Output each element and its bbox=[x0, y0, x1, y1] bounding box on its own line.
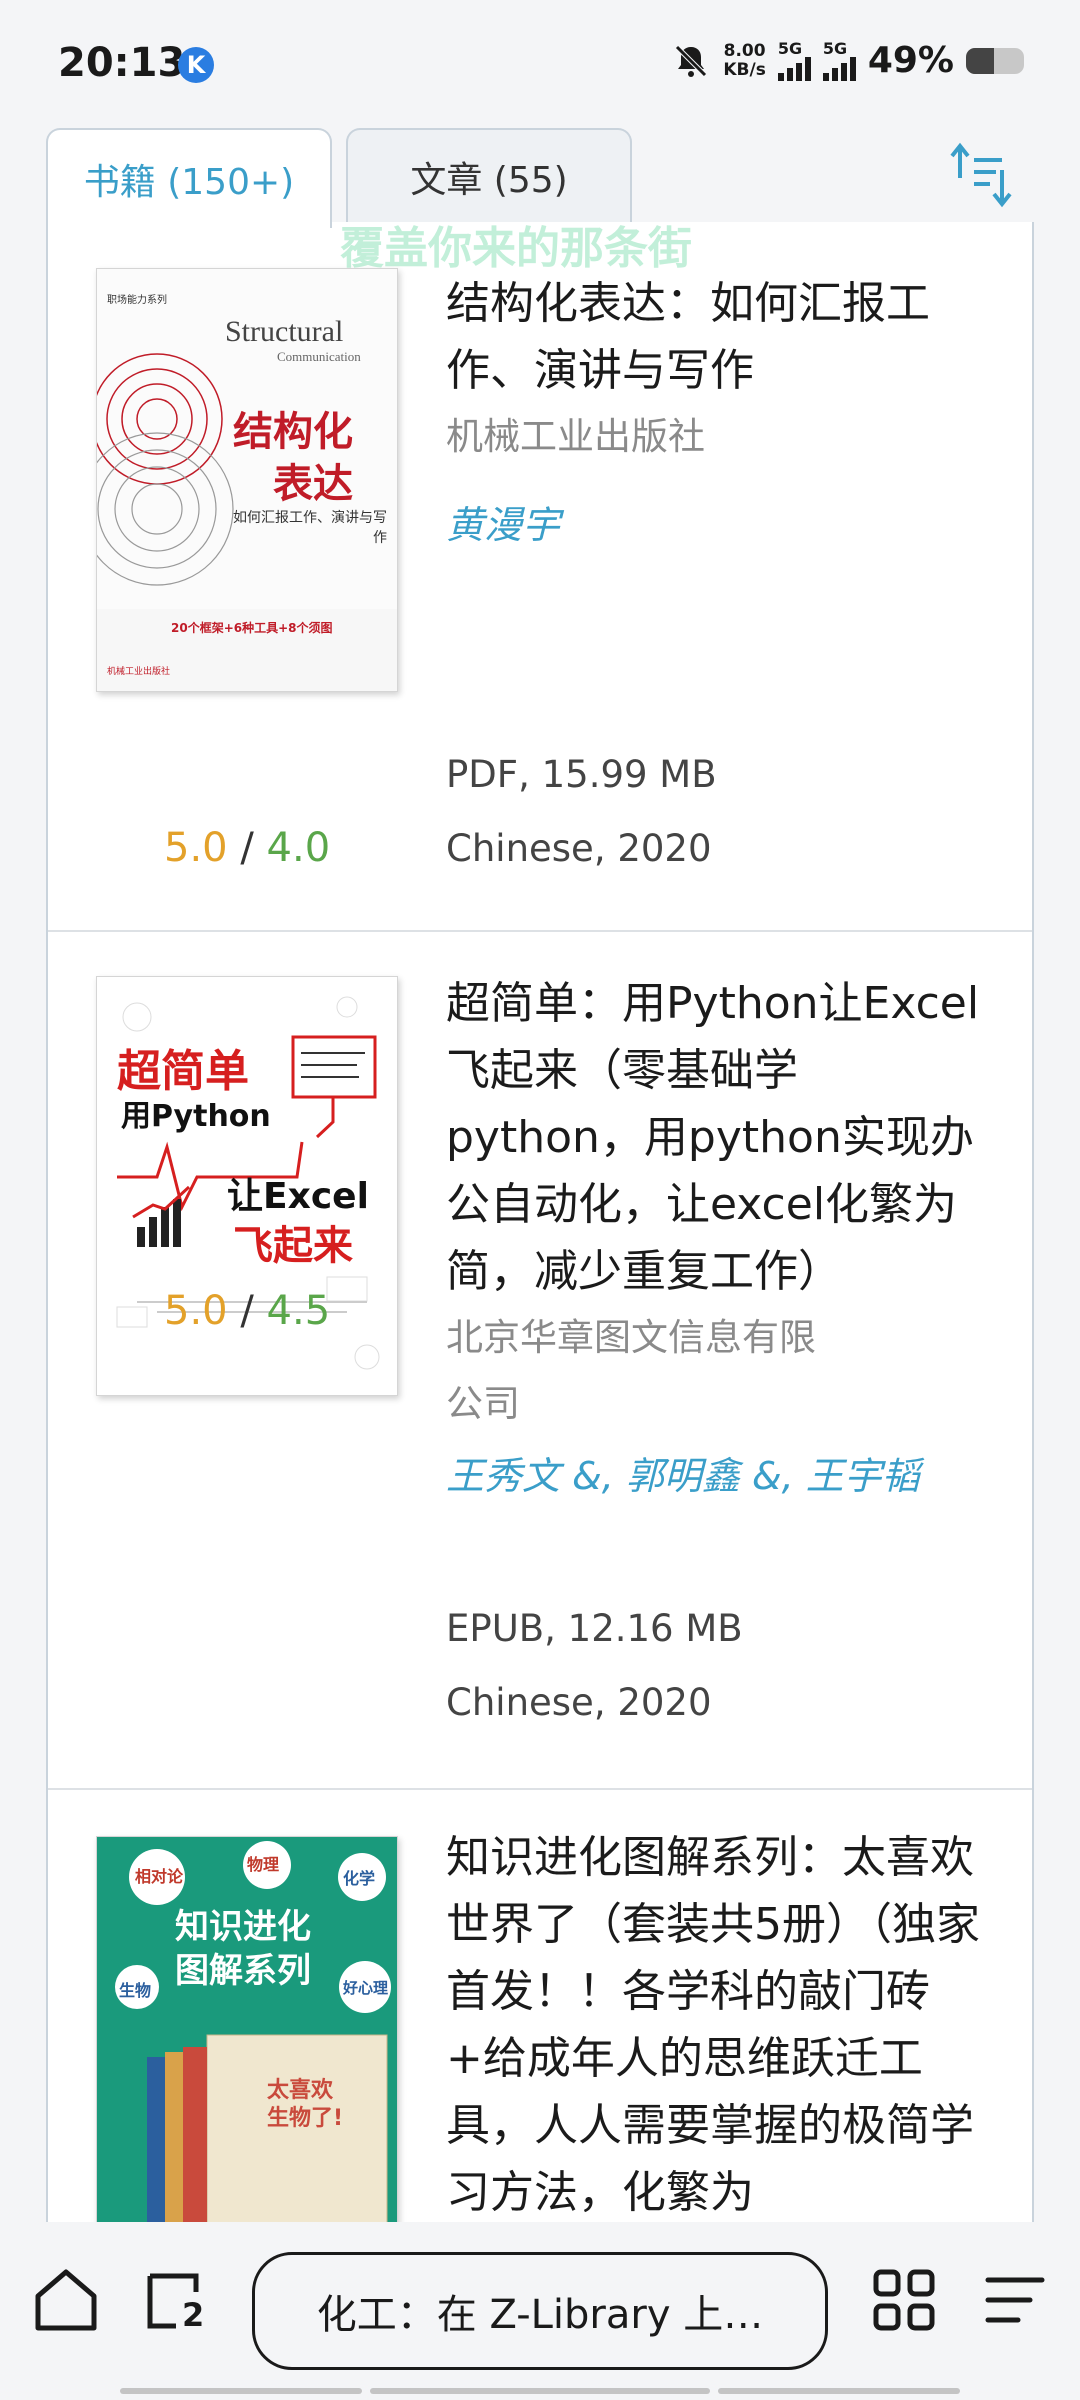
tab-articles[interactable]: 文章 (55) bbox=[346, 128, 632, 224]
gesture-bar bbox=[718, 2388, 960, 2394]
rating-primary: 5.0 bbox=[164, 825, 228, 871]
gesture-bar bbox=[120, 2388, 362, 2394]
status-bar: 20:13 K 8.00 KB/s 5G 5G 49% bbox=[0, 0, 1080, 110]
cover-series: 职场能力系列 bbox=[107, 295, 167, 306]
rating-separator: / bbox=[240, 1288, 254, 1334]
grid-icon[interactable] bbox=[866, 2262, 942, 2338]
book-meta: PDF, 15.99 MB Chinese, 2020 bbox=[446, 738, 717, 886]
tab-bar: 书籍 (150+) 文章 (55) bbox=[46, 128, 1036, 228]
book-card[interactable]: 职场能力系列 Structural Communication 结构化 表达 如… bbox=[48, 222, 1032, 932]
book-language-year: Chinese, 2020 bbox=[446, 1681, 712, 1724]
tab-books[interactable]: 书籍 (150+) bbox=[46, 128, 332, 228]
cover-subtitle-cn: 如何汇报工作、演讲与写作 bbox=[233, 510, 387, 546]
cover-tag: 生物 bbox=[119, 1981, 152, 2000]
book-title[interactable]: 知识进化图解系列：太喜欢世界了（套装共5册）（独家首发！！各学科的敲门砖+给成年… bbox=[446, 1824, 986, 2222]
cover-art-books bbox=[97, 1837, 397, 2222]
book-publisher: 机械工业出版社 bbox=[446, 415, 705, 458]
book-rating: 5.0 / 4.0 bbox=[164, 825, 330, 871]
tabs-icon[interactable]: 2 bbox=[140, 2262, 216, 2338]
book-format: PDF, 15.99 MB bbox=[446, 753, 717, 796]
book-cover[interactable]: 相对论 物理 化学 生物 好心理 知识进化 图解系列 太喜欢生物了! bbox=[96, 1836, 398, 2222]
cover-line-2: 用Python bbox=[121, 1099, 271, 1134]
signal-bars-icon bbox=[822, 56, 856, 81]
signal-sim2-label: 5G bbox=[822, 38, 848, 58]
rating-primary: 5.0 bbox=[164, 1288, 228, 1334]
book-author[interactable]: 王秀文 &, 郭明鑫 &, 王宇韬 bbox=[446, 1445, 986, 1500]
cover-tag: 物理 bbox=[247, 1855, 280, 1874]
gesture-bar bbox=[370, 2388, 710, 2394]
cover-line-1: 超简单 bbox=[117, 1046, 249, 1097]
cover-publisher-mark: 机械工业出版社 bbox=[107, 667, 171, 677]
bottom-navigation: 2 化工：在 Z-Library 上… bbox=[0, 2222, 1080, 2400]
cover-title-cn-1: 结构化 bbox=[233, 409, 353, 455]
book-cover[interactable]: 职场能力系列 Structural Communication 结构化 表达 如… bbox=[96, 268, 398, 692]
cover-line-1: 知识进化 bbox=[175, 1907, 311, 1947]
book-meta: EPUB, 12.16 MB Chinese, 2020 bbox=[446, 1592, 743, 1740]
cover-banner: 20个框架+6种工具+8个须图 bbox=[171, 621, 333, 635]
cover-line-4: 飞起来 bbox=[233, 1223, 353, 1269]
book-title[interactable]: 结构化表达：如何汇报工作、演讲与写作 bbox=[446, 270, 986, 404]
bell-off-icon bbox=[675, 44, 708, 77]
status-time: 20:13 bbox=[58, 40, 186, 86]
signal-sim1: 5G bbox=[777, 38, 811, 81]
app-notification-icon: K bbox=[178, 47, 214, 83]
address-search-bar[interactable]: 化工：在 Z-Library 上… bbox=[252, 2252, 828, 2370]
network-speed-unit: KB/s bbox=[723, 59, 766, 80]
book-info: 知识进化图解系列：太喜欢世界了（套装共5册）（独家首发！！各学科的敲门砖+给成年… bbox=[446, 1824, 986, 2222]
book-info: 结构化表达：如何汇报工作、演讲与写作 机械工业出版社 黄漫宇 bbox=[446, 270, 986, 549]
rating-separator: / bbox=[240, 825, 254, 871]
battery-fill bbox=[966, 47, 995, 74]
cover-subtitle-en: Communication bbox=[277, 349, 361, 364]
cover-tag: 好心理 bbox=[343, 1979, 389, 1997]
book-info: 超简单：用Python让Excel飞起来（零基础学python，用python实… bbox=[446, 970, 986, 1500]
cover-title-cn-2: 表达 bbox=[273, 461, 353, 507]
book-publisher: 北京华章图文信息有限公司 bbox=[446, 1316, 816, 1425]
cover-book-title: 太喜欢生物了! bbox=[267, 2078, 344, 2131]
signal-sim2: 5G bbox=[822, 38, 856, 81]
signal-sim1-label: 5G bbox=[777, 38, 803, 58]
sort-icon[interactable] bbox=[946, 138, 1016, 208]
network-speed: 8.00 KB/s bbox=[723, 40, 766, 80]
cover-line-2: 图解系列 bbox=[175, 1951, 311, 1991]
battery-percent: 49% bbox=[867, 40, 954, 81]
book-title[interactable]: 超简单：用Python让Excel飞起来（零基础学python，用python实… bbox=[446, 970, 986, 1305]
book-rating: 5.0 / 4.5 bbox=[164, 1288, 330, 1334]
book-list[interactable]: 职场能力系列 Structural Communication 结构化 表达 如… bbox=[46, 222, 1034, 2222]
rating-secondary: 4.0 bbox=[266, 825, 331, 871]
status-indicators: 8.00 KB/s 5G 5G 49% bbox=[671, 40, 1024, 81]
tabs-frame-icon bbox=[147, 2273, 199, 2329]
book-card[interactable]: 相对论 物理 化学 生物 好心理 知识进化 图解系列 太喜欢生物了! 知识进化图… bbox=[48, 1790, 1032, 2222]
battery-icon bbox=[966, 47, 1024, 74]
book-format: EPUB, 12.16 MB bbox=[446, 1607, 743, 1650]
book-author[interactable]: 黄漫宇 bbox=[446, 494, 986, 549]
cover-title-en: Structural bbox=[225, 315, 344, 348]
network-speed-value: 8.00 bbox=[723, 40, 766, 61]
signal-bars-icon bbox=[777, 56, 811, 81]
menu-icon[interactable] bbox=[978, 2262, 1054, 2338]
cover-line-3: 让Excel bbox=[227, 1176, 369, 1217]
cover-tag: 化学 bbox=[343, 1869, 376, 1888]
book-card[interactable]: 超简单 用Python 让Excel 飞起来 超简单：用Python让Excel… bbox=[48, 932, 1032, 1790]
book-language-year: Chinese, 2020 bbox=[446, 827, 712, 870]
rating-secondary: 4.5 bbox=[266, 1288, 331, 1334]
cover-tag: 相对论 bbox=[135, 1867, 184, 1886]
home-icon[interactable] bbox=[28, 2262, 104, 2338]
tab-count: 2 bbox=[182, 2296, 205, 2334]
